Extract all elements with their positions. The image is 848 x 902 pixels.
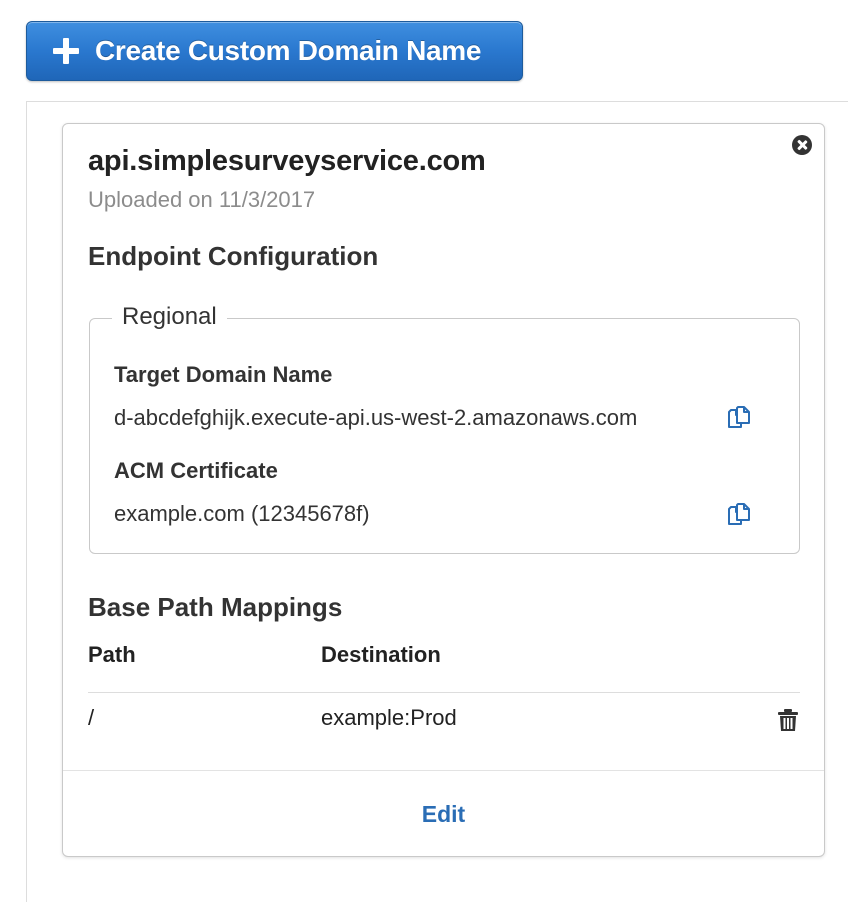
endpoint-type-legend: Regional: [112, 303, 227, 331]
domain-name-title: api.simplesurveyservice.com: [88, 145, 486, 177]
column-header-destination: Destination: [321, 642, 441, 667]
mapping-destination: example:Prod: [321, 705, 457, 730]
trash-icon[interactable]: [777, 708, 799, 732]
column-header-path: Path: [88, 642, 136, 667]
target-domain-value: d-abcdefghijk.execute-api.us-west-2.amaz…: [114, 405, 638, 430]
target-domain-label: Target Domain Name: [114, 362, 333, 387]
copy-icon[interactable]: [726, 405, 752, 431]
acm-certificate-label: ACM Certificate: [114, 458, 278, 483]
edit-button[interactable]: Edit: [63, 801, 824, 828]
copy-icon[interactable]: [726, 502, 752, 528]
create-custom-domain-button[interactable]: Create Custom Domain Name: [26, 21, 523, 81]
domain-card: api.simplesurveyservice.com Uploaded on …: [62, 123, 825, 857]
regional-endpoint-box: Regional Target Domain Name d-abcdefghij…: [89, 303, 800, 554]
plus-icon: [53, 38, 79, 64]
base-path-mappings-heading: Base Path Mappings: [88, 592, 343, 622]
card-footer-divider: [63, 770, 824, 771]
close-icon[interactable]: [792, 135, 812, 155]
uploaded-date: Uploaded on 11/3/2017: [88, 187, 316, 212]
endpoint-configuration-heading: Endpoint Configuration: [88, 241, 379, 271]
acm-certificate-value: example.com (12345678f): [114, 501, 370, 526]
table-divider: [88, 692, 800, 693]
create-button-label: Create Custom Domain Name: [95, 35, 482, 66]
mapping-path: /: [88, 705, 95, 730]
